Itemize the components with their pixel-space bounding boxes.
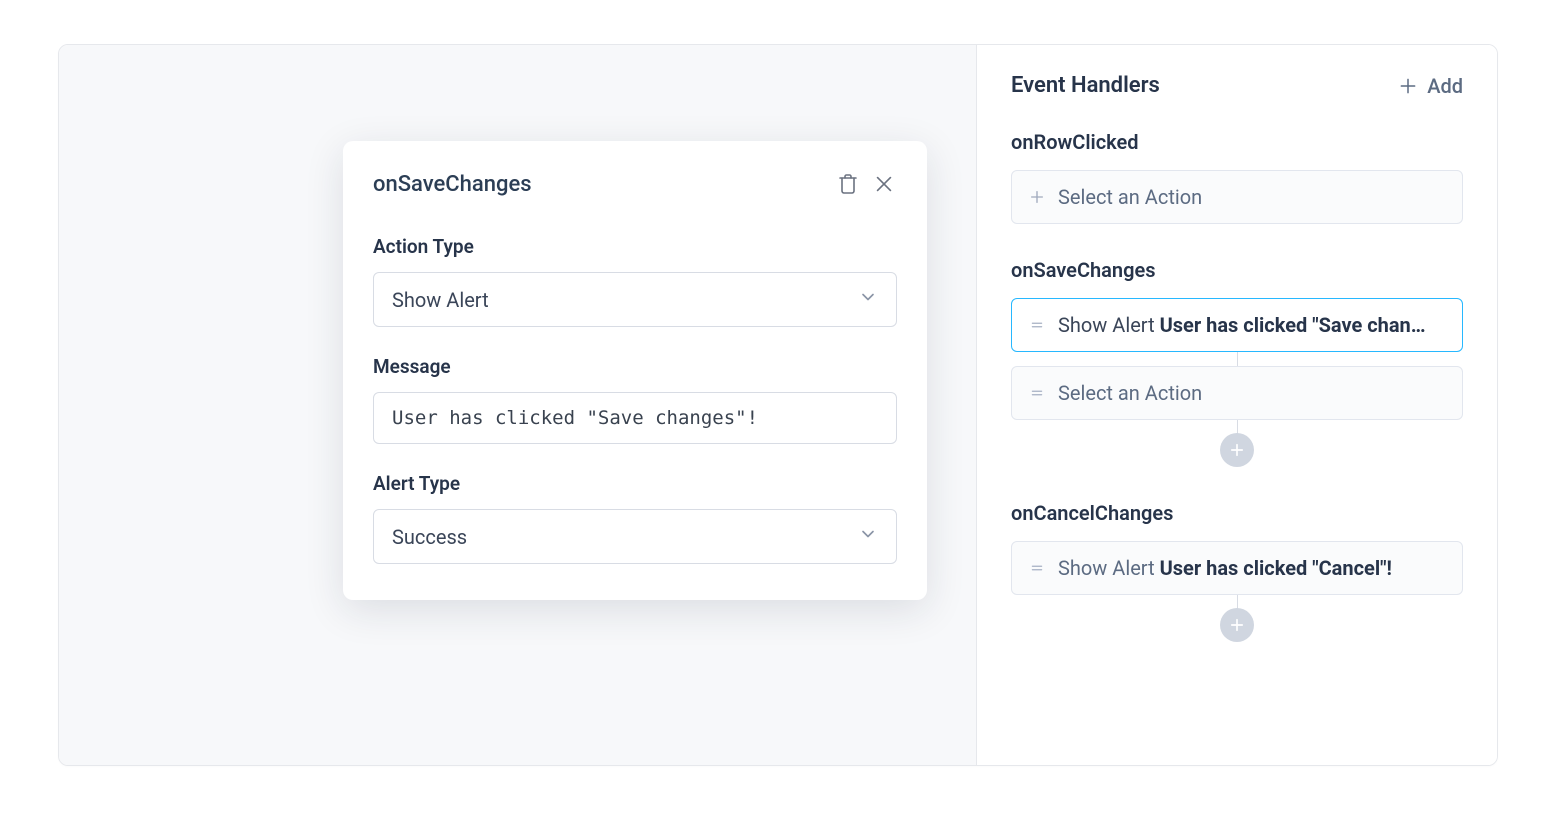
action-type-label: Action Type [373,235,897,258]
panel-header: Event Handlers Add [1011,73,1463,98]
alert-type-label: Alert Type [373,472,897,495]
add-handler-button[interactable]: Add [1397,74,1463,98]
canvas-area: onSaveChanges Action Type Show Alert [59,45,976,765]
event-name: onSaveChanges [1011,258,1463,282]
delete-icon[interactable] [835,171,861,197]
close-icon[interactable] [871,171,897,197]
plus-icon [1028,189,1046,205]
connector [1011,352,1463,366]
message-value: User has clicked "Save changes"! [392,407,758,429]
event-handlers-panel: Event Handlers Add onRowClicked Select a… [976,45,1497,765]
action-show-alert-cancel[interactable]: Show Alert User has clicked "Cancel"! [1011,541,1463,595]
connector [1011,420,1463,467]
add-label: Add [1427,74,1463,98]
add-action-button[interactable] [1220,433,1254,467]
action-text: Show Alert User has clicked "Cancel"! [1058,556,1446,580]
action-show-alert-save[interactable]: Show Alert User has clicked "Save chan… [1011,298,1463,352]
popover-header: onSaveChanges [343,141,927,207]
action-type-select[interactable]: Show Alert [373,272,897,327]
event-name: onCancelChanges [1011,501,1463,525]
chevron-down-icon [858,287,878,312]
message-label: Message [373,355,897,378]
action-type-value: Show Alert [392,288,858,312]
event-name: onRowClicked [1011,130,1463,154]
connector [1011,595,1463,642]
event-oncancelchanges: onCancelChanges Show Alert User has clic… [1011,501,1463,642]
drag-handle-icon[interactable] [1028,318,1046,332]
add-action-button[interactable] [1220,608,1254,642]
popover-title: onSaveChanges [373,172,825,197]
drag-handle-icon[interactable] [1028,386,1046,400]
plus-icon [1397,75,1419,97]
alert-type-value: Success [392,525,858,549]
action-text: Show Alert User has clicked "Save chan… [1058,313,1446,337]
message-input[interactable]: User has clicked "Save changes"! [373,392,897,444]
alert-type-select[interactable]: Success [373,509,897,564]
select-action-placeholder[interactable]: Select an Action [1011,366,1463,420]
panel-title: Event Handlers [1011,73,1397,98]
drag-handle-icon[interactable] [1028,561,1046,575]
select-action-placeholder[interactable]: Select an Action [1011,170,1463,224]
workspace: onSaveChanges Action Type Show Alert [58,44,1498,766]
event-onrowclicked: onRowClicked Select an Action [1011,130,1463,224]
event-onsavechanges: onSaveChanges Show Alert User has clicke… [1011,258,1463,467]
popover-body: Action Type Show Alert Message User has … [343,207,927,600]
chevron-down-icon [858,524,878,549]
action-editor-popover: onSaveChanges Action Type Show Alert [343,141,927,600]
placeholder-text: Select an Action [1058,381,1446,405]
placeholder-text: Select an Action [1058,185,1446,209]
